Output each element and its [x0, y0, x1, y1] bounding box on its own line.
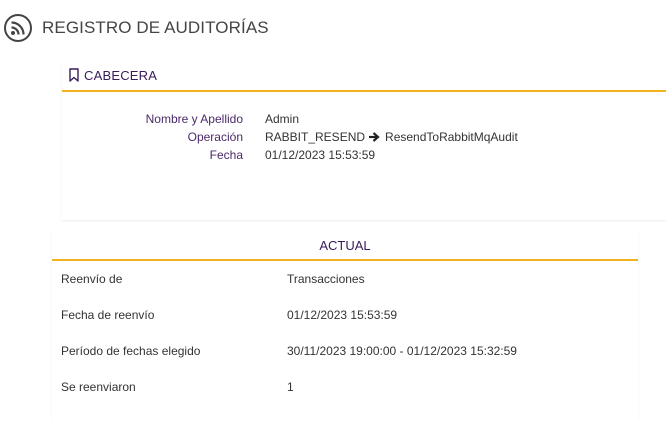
cabecera-header: CABECERA	[62, 60, 666, 92]
fecha-label: Fecha	[209, 148, 243, 162]
fecha-value: 01/12/2023 15:53:59	[265, 148, 376, 162]
operacion-method: ResendToRabbitMqAudit	[385, 130, 518, 144]
operacion-label: Operación	[187, 130, 243, 144]
table-row: Fecha de reenvío 01/12/2023 15:53:59	[52, 297, 638, 333]
cabecera-panel: CABECERA Nombre y Apellido Admin Operaci…	[62, 60, 666, 220]
actual-title: ACTUAL	[319, 238, 371, 253]
operacion-code: RABBIT_RESEND	[265, 130, 366, 144]
operacion-value: RABBIT_RESEND ResendToRabbitMqAudit	[265, 128, 518, 146]
se-reenviaron-label: Se reenviaron	[61, 380, 136, 394]
actual-header: ACTUAL	[52, 232, 638, 261]
actual-panel: ACTUAL Reenvío de Transacciones Fecha de…	[52, 232, 638, 421]
cabecera-title: CABECERA	[84, 67, 158, 83]
cabecera-body: Nombre y Apellido Admin Operación RABBIT…	[62, 92, 666, 164]
fecha-reenvio-label: Fecha de reenvío	[61, 308, 155, 322]
table-row: Se reenviaron 1	[52, 369, 638, 405]
page-header: REGISTRO DE AUDITORÍAS	[4, 12, 269, 44]
rss-feed-icon[interactable]	[4, 14, 32, 42]
reenvio-de-value: Transacciones	[287, 272, 365, 286]
table-row: Reenvío de Transacciones	[52, 261, 638, 297]
nombre-value: Admin	[265, 112, 300, 126]
bookmark-icon	[68, 68, 80, 82]
cabecera-row-fecha: Fecha 01/12/2023 15:53:59	[62, 146, 666, 164]
cabecera-row-nombre: Nombre y Apellido Admin	[62, 110, 666, 128]
arrow-right-icon	[368, 131, 382, 143]
actual-table: Reenvío de Transacciones Fecha de reenví…	[52, 261, 638, 405]
reenvio-de-label: Reenvío de	[61, 272, 123, 286]
nombre-label: Nombre y Apellido	[145, 112, 243, 126]
fecha-reenvio-value: 01/12/2023 15:53:59	[287, 308, 398, 322]
periodo-value: 30/11/2023 19:00:00 - 01/12/2023 15:32:5…	[287, 344, 517, 358]
periodo-label: Período de fechas elegido	[61, 344, 201, 358]
cabecera-row-operacion: Operación RABBIT_RESEND ResendToRabbitMq…	[62, 128, 666, 146]
page-title: REGISTRO DE AUDITORÍAS	[42, 18, 269, 37]
se-reenviaron-value: 1	[287, 380, 294, 394]
table-row: Período de fechas elegido 30/11/2023 19:…	[52, 333, 638, 369]
audit-log-page: REGISTRO DE AUDITORÍAS CABECERA Nombre y…	[0, 0, 666, 421]
